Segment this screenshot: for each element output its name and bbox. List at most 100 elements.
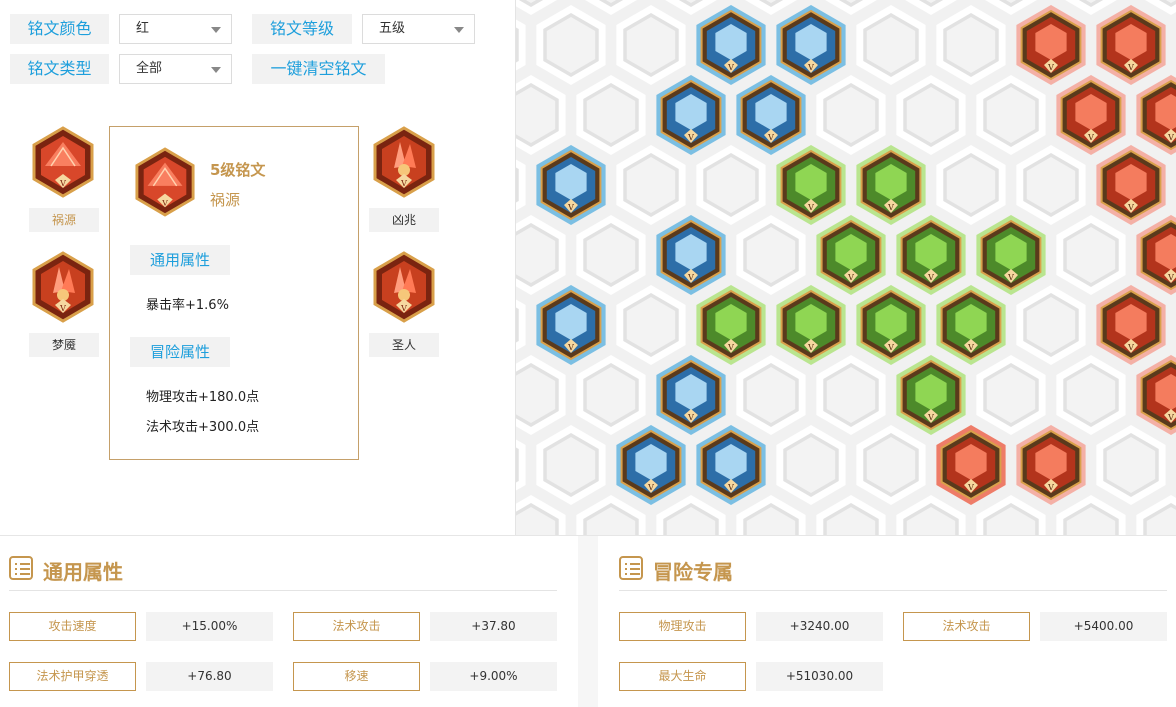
svg-text:V: V <box>967 483 974 492</box>
green-inscription-slot[interactable]: V <box>776 145 846 225</box>
inscription-option-huoyuan[interactable]: V <box>31 126 95 202</box>
empty-slot[interactable] <box>576 75 646 155</box>
empty-slot[interactable] <box>696 145 766 225</box>
empty-slot[interactable] <box>896 495 966 535</box>
empty-slot[interactable] <box>616 285 686 365</box>
empty-slot[interactable] <box>576 495 646 535</box>
empty-slot[interactable] <box>1056 215 1126 295</box>
blue-inscription-slot[interactable]: V <box>536 145 606 225</box>
empty-slot[interactable] <box>516 5 526 85</box>
blue-inscription-slot[interactable]: V <box>696 5 766 85</box>
empty-slot[interactable] <box>736 0 805 15</box>
adventure-exclusive-title: 冒险专属 <box>653 560 733 584</box>
blue-inscription-slot[interactable]: V <box>776 5 846 85</box>
list-icon <box>619 556 643 580</box>
empty-slot[interactable] <box>616 145 686 225</box>
empty-slot[interactable] <box>1016 145 1086 225</box>
empty-slot[interactable] <box>736 215 806 295</box>
empty-slot[interactable] <box>816 355 886 435</box>
empty-slot[interactable] <box>936 145 1006 225</box>
empty-slot[interactable] <box>616 5 686 85</box>
green-inscription-slot[interactable]: V <box>896 215 966 295</box>
red-inscription-slot[interactable]: V <box>1136 215 1176 295</box>
inscription-option-label[interactable]: 圣人 <box>369 333 439 357</box>
green-inscription-slot[interactable]: V <box>776 285 846 365</box>
blue-inscription-slot[interactable]: V <box>696 425 766 505</box>
green-inscription-slot[interactable]: V <box>896 355 966 435</box>
blue-inscription-slot[interactable]: V <box>656 75 726 155</box>
red-inscription-slot[interactable]: V <box>1096 285 1166 365</box>
empty-slot[interactable] <box>536 425 606 505</box>
empty-slot[interactable] <box>816 495 886 535</box>
empty-slot[interactable] <box>1056 495 1126 535</box>
empty-slot[interactable] <box>896 75 966 155</box>
empty-slot[interactable] <box>856 5 926 85</box>
red-inscription-slot-selected[interactable]: V <box>936 425 1006 505</box>
inscription-board: V V V V V V V V V V V V V V V V V V V V V V V V V V V V V V <box>515 0 1176 535</box>
blue-inscription-slot[interactable]: V <box>616 425 686 505</box>
blue-inscription-slot[interactable]: V <box>736 75 806 155</box>
empty-slot[interactable] <box>976 75 1046 155</box>
empty-slot[interactable] <box>816 75 886 155</box>
green-inscription-slot[interactable]: V <box>816 215 886 295</box>
stat-label: 法术攻击 <box>293 612 420 641</box>
empty-slot[interactable] <box>896 0 965 15</box>
red-inscription-slot[interactable]: V <box>1016 5 1086 85</box>
empty-slot[interactable] <box>1056 0 1125 15</box>
green-inscription-slot[interactable]: V <box>936 285 1006 365</box>
svg-text:V: V <box>727 343 734 352</box>
empty-slot[interactable] <box>856 425 926 505</box>
empty-slot[interactable] <box>576 0 645 15</box>
empty-slot[interactable] <box>1136 495 1176 535</box>
red-inscription-slot[interactable]: V <box>1096 5 1166 85</box>
blue-inscription-slot[interactable]: V <box>656 355 726 435</box>
green-inscription-slot[interactable]: V <box>856 285 926 365</box>
empty-slot[interactable] <box>516 145 526 225</box>
empty-slot[interactable] <box>516 355 566 435</box>
empty-slot[interactable] <box>936 5 1006 85</box>
svg-text:V: V <box>887 343 894 352</box>
empty-slot[interactable] <box>976 355 1046 435</box>
inscription-option-label[interactable]: 祸源 <box>29 208 99 232</box>
empty-slot[interactable] <box>576 355 646 435</box>
green-inscription-slot[interactable]: V <box>976 215 1046 295</box>
empty-slot[interactable] <box>536 5 606 85</box>
inscription-option-label[interactable]: 凶兆 <box>369 208 439 232</box>
blue-inscription-slot[interactable]: V <box>656 215 726 295</box>
empty-slot[interactable] <box>1016 285 1086 365</box>
empty-slot[interactable] <box>1056 355 1126 435</box>
empty-slot[interactable] <box>976 0 1045 15</box>
level-select[interactable]: 五级 <box>362 14 475 44</box>
inscription-option-xiongzhao[interactable]: V <box>372 126 436 202</box>
red-inscription-slot[interactable]: V <box>1016 425 1086 505</box>
empty-slot[interactable] <box>1096 425 1166 505</box>
blue-inscription-slot[interactable]: V <box>536 285 606 365</box>
empty-slot[interactable] <box>976 495 1046 535</box>
green-inscription-slot[interactable]: V <box>696 285 766 365</box>
inscription-option-mengyan[interactable]: V <box>31 251 95 327</box>
empty-slot[interactable] <box>516 495 566 535</box>
empty-slot[interactable] <box>736 355 806 435</box>
empty-slot[interactable] <box>516 285 526 365</box>
red-inscription-slot[interactable]: V <box>1136 75 1176 155</box>
red-inscription-slot[interactable]: V <box>1136 355 1176 435</box>
empty-slot[interactable] <box>816 0 885 15</box>
green-inscription-slot[interactable]: V <box>856 145 926 225</box>
inscription-option-label[interactable]: 梦魇 <box>29 333 99 357</box>
empty-slot[interactable] <box>736 495 806 535</box>
type-select[interactable]: 全部 <box>119 54 232 84</box>
empty-slot[interactable] <box>776 425 846 505</box>
clear-inscriptions-button[interactable]: 一键清空铭文 <box>252 54 385 84</box>
empty-slot[interactable] <box>656 495 726 535</box>
empty-slot[interactable] <box>516 75 566 155</box>
color-select[interactable]: 红 <box>119 14 232 44</box>
empty-slot[interactable] <box>516 425 526 505</box>
empty-slot[interactable] <box>656 0 725 15</box>
stat-label: 物理攻击 <box>619 612 746 641</box>
inscription-option-shengren[interactable]: V <box>372 251 436 327</box>
empty-slot[interactable] <box>576 215 646 295</box>
empty-slot[interactable] <box>516 215 566 295</box>
svg-text:V: V <box>567 203 574 212</box>
red-inscription-slot[interactable]: V <box>1056 75 1126 155</box>
red-inscription-slot[interactable]: V <box>1096 145 1166 225</box>
